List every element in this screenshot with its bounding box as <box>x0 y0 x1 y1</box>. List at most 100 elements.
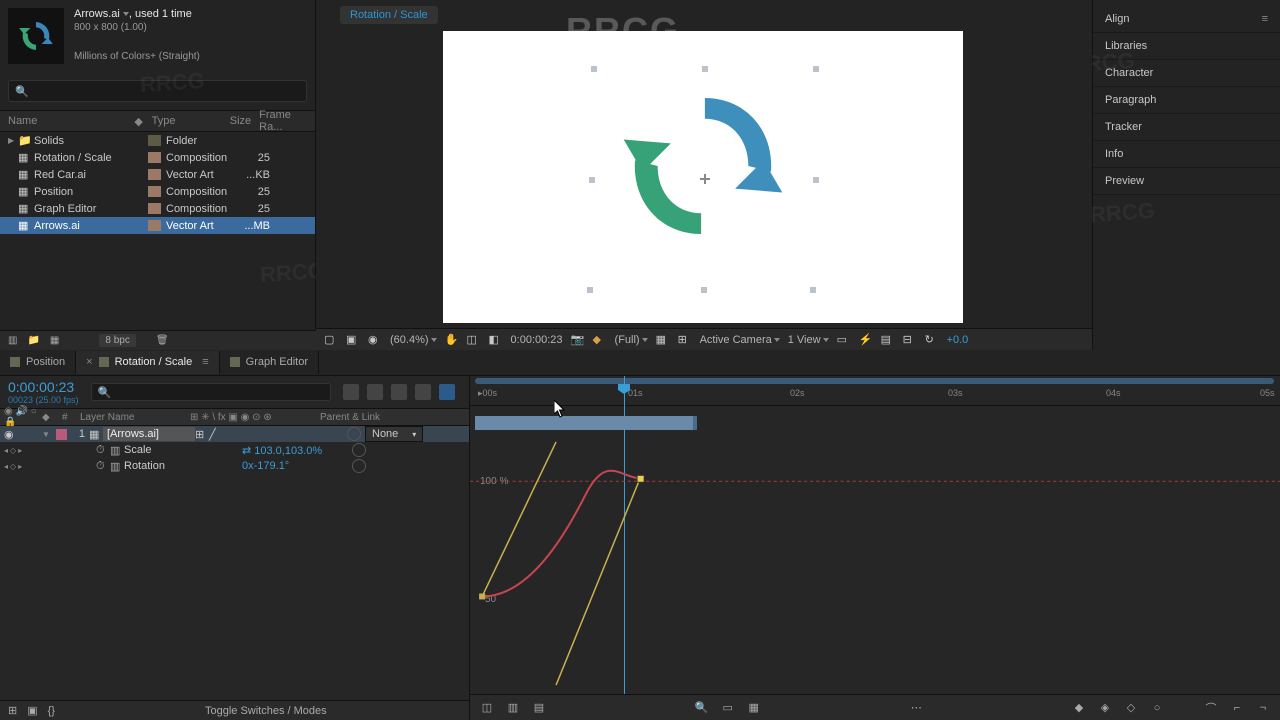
stopwatch-icon[interactable]: ⏱ <box>96 460 110 473</box>
interpret-footage-icon[interactable]: ▥ <box>8 335 17 346</box>
toggle-mask-icon[interactable]: ◉ <box>368 333 382 347</box>
side-panel-character[interactable]: Character <box>1093 60 1280 87</box>
col-layer-name[interactable]: Layer Name <box>80 412 190 423</box>
reset-exposure-icon[interactable]: ↻ <box>925 333 939 347</box>
timeline-icon[interactable]: ▤ <box>881 333 895 347</box>
graph-editor-toggle-icon[interactable] <box>439 384 455 400</box>
side-panel-align[interactable]: Align≡ <box>1093 6 1280 33</box>
show-props-icon[interactable]: ▥ <box>504 701 522 714</box>
col-size[interactable]: Size <box>221 115 260 127</box>
viewer-comp-tab[interactable]: Rotation / Scale <box>340 6 438 24</box>
convert-hold-icon[interactable]: ◈ <box>1096 701 1114 714</box>
collapse-transforms-icon[interactable]: ⊞ <box>195 428 207 440</box>
project-item[interactable]: ▶📁SolidsFolder <box>0 132 315 149</box>
render-queue-icon[interactable]: ▣ <box>27 704 37 717</box>
side-panel-tracker[interactable]: Tracker <box>1093 114 1280 141</box>
fit-all-icon[interactable]: ▭ <box>719 701 737 714</box>
col-parent[interactable]: Parent & Link <box>320 412 412 423</box>
region-icon[interactable]: ◫ <box>467 333 481 347</box>
frame-blend-icon[interactable] <box>391 384 407 400</box>
col-index[interactable]: # <box>62 412 80 423</box>
arrows-artwork[interactable] <box>618 81 788 251</box>
layer-duration-bar[interactable] <box>475 416 695 430</box>
layer-row[interactable]: ◉ ▼ 1 ▦ [Arrows.ai] ⊞╱ None▾ <box>0 426 469 442</box>
prev-keyframe-icon[interactable]: ◂ <box>4 446 8 455</box>
project-item[interactable]: ▦Red Car.aiVector Art...KB <box>0 166 315 183</box>
pickwhip-icon[interactable] <box>352 459 366 473</box>
side-panel-libraries[interactable]: Libraries <box>1093 33 1280 60</box>
choose-graph-icon[interactable]: ◫ <box>478 701 496 714</box>
timeline-search-input[interactable]: 🔍 <box>91 383 331 401</box>
next-keyframe-icon[interactable]: ▸ <box>18 462 22 471</box>
side-panel-preview[interactable]: Preview <box>1093 168 1280 195</box>
brainstorm-icon[interactable]: {} <box>48 705 55 717</box>
pickwhip-icon[interactable] <box>352 443 366 457</box>
add-keyframe-icon[interactable]: ◇ <box>10 462 16 471</box>
new-folder-icon[interactable]: 📁 <box>27 335 39 346</box>
layer-color-label[interactable] <box>56 429 67 440</box>
add-keyframe-icon[interactable]: ◇ <box>10 446 16 455</box>
col-type[interactable]: Type <box>152 115 221 127</box>
grid-icon[interactable]: ⊞ <box>678 333 692 347</box>
timeline-tab[interactable]: ×Rotation / Scale≡ <box>76 351 220 374</box>
channel-icon[interactable]: ◆ <box>593 333 607 347</box>
timeline-tab[interactable]: Graph Editor <box>220 351 319 374</box>
side-panel-paragraph[interactable]: Paragraph <box>1093 87 1280 114</box>
easy-ease-icon[interactable]: ⌒ <box>1202 700 1220 716</box>
composition-canvas[interactable] <box>443 31 963 323</box>
snapshot-icon[interactable]: 📷 <box>571 333 585 347</box>
graph-options-icon[interactable]: ▤ <box>530 701 548 714</box>
next-keyframe-icon[interactable]: ▸ <box>18 446 22 455</box>
time-ruler[interactable]: ▸00s01s02s03s04s05s <box>470 376 1280 406</box>
current-time-display[interactable]: 0:00:00:23 <box>8 379 79 395</box>
timeline-tab[interactable]: Position <box>0 351 76 374</box>
exposure-value[interactable]: +0.0 <box>947 334 969 346</box>
col-name[interactable]: Name <box>8 115 134 127</box>
layer-name[interactable]: [Arrows.ai] <box>103 427 195 441</box>
hand-icon[interactable]: ✋ <box>445 333 459 347</box>
property-row[interactable]: ◂◇▸⏱▥Scale⇄ 103.0,103.0% <box>0 442 469 458</box>
work-area-bar[interactable] <box>475 378 1274 384</box>
property-value[interactable]: ⇄ 103.0,103.0% <box>242 444 352 457</box>
camera-dropdown[interactable]: Active Camera <box>700 334 780 346</box>
layer-columns-header[interactable]: ◉ 🔊 ○ 🔒 ◆ # Layer Name ⊞ ✳ \ fx ▣ ◉ ⊙ ⊛ … <box>0 408 469 426</box>
visibility-eye-icon[interactable]: ◉ <box>4 428 16 441</box>
pickwhip-icon[interactable] <box>347 427 361 441</box>
zoom-dropdown[interactable]: (60.4%) <box>390 334 437 346</box>
property-value[interactable]: 0x-179.1° <box>242 460 352 472</box>
pixel-aspect-icon[interactable]: ▭ <box>837 333 851 347</box>
project-item[interactable]: ▦Rotation / ScaleComposition25 <box>0 149 315 166</box>
convert-linear-icon[interactable]: ◇ <box>1122 701 1140 714</box>
easy-ease-in-icon[interactable]: ⌐ <box>1228 702 1246 714</box>
easy-ease-out-icon[interactable]: ¬ <box>1254 702 1272 714</box>
toggle-switches-button[interactable]: Toggle Switches / Modes <box>205 705 327 717</box>
prev-keyframe-icon[interactable]: ◂ <box>4 462 8 471</box>
motion-blur-icon[interactable] <box>415 384 431 400</box>
graph-show-icon[interactable]: ▥ <box>110 444 124 457</box>
project-search-input[interactable]: 🔍 <box>8 80 307 102</box>
graph-show-icon[interactable]: ▥ <box>110 460 124 473</box>
project-item[interactable]: ▦Arrows.aiVector Art...MB <box>0 217 315 234</box>
layer-twirl-icon[interactable]: ▼ <box>42 430 52 439</box>
flowchart-icon[interactable]: ⊟ <box>903 333 917 347</box>
views-dropdown[interactable]: 1 View <box>788 334 829 346</box>
edit-keyframe-icon[interactable]: ◆ <box>1070 701 1088 714</box>
auto-zoom-icon[interactable]: ▦ <box>745 701 763 714</box>
project-columns-header[interactable]: Name ◆ Type Size Frame Ra... <box>0 110 315 132</box>
bit-depth-button[interactable]: 8 bpc <box>99 334 135 347</box>
toggle-alpha-icon[interactable]: ▢ <box>324 333 338 347</box>
new-comp-icon[interactable]: ▦ <box>50 335 59 346</box>
draft3d-icon[interactable] <box>367 384 383 400</box>
toggle-transparency-icon[interactable]: ▣ <box>346 333 360 347</box>
shy-toggle-icon[interactable] <box>343 384 359 400</box>
expand-icon[interactable]: ⊞ <box>8 704 17 717</box>
col-label[interactable]: ◆ <box>134 115 151 128</box>
guides-icon[interactable]: ▦ <box>656 333 670 347</box>
parent-dropdown[interactable]: None▾ <box>365 426 423 442</box>
side-panel-info[interactable]: Info <box>1093 141 1280 168</box>
separate-dims-icon[interactable]: ⋯ <box>907 701 925 714</box>
asset-thumbnail[interactable] <box>8 8 64 64</box>
trash-icon[interactable]: 🗑 <box>156 335 169 346</box>
fast-preview-icon[interactable]: ⚡ <box>859 333 873 347</box>
project-item[interactable]: ▦Graph EditorComposition25 <box>0 200 315 217</box>
